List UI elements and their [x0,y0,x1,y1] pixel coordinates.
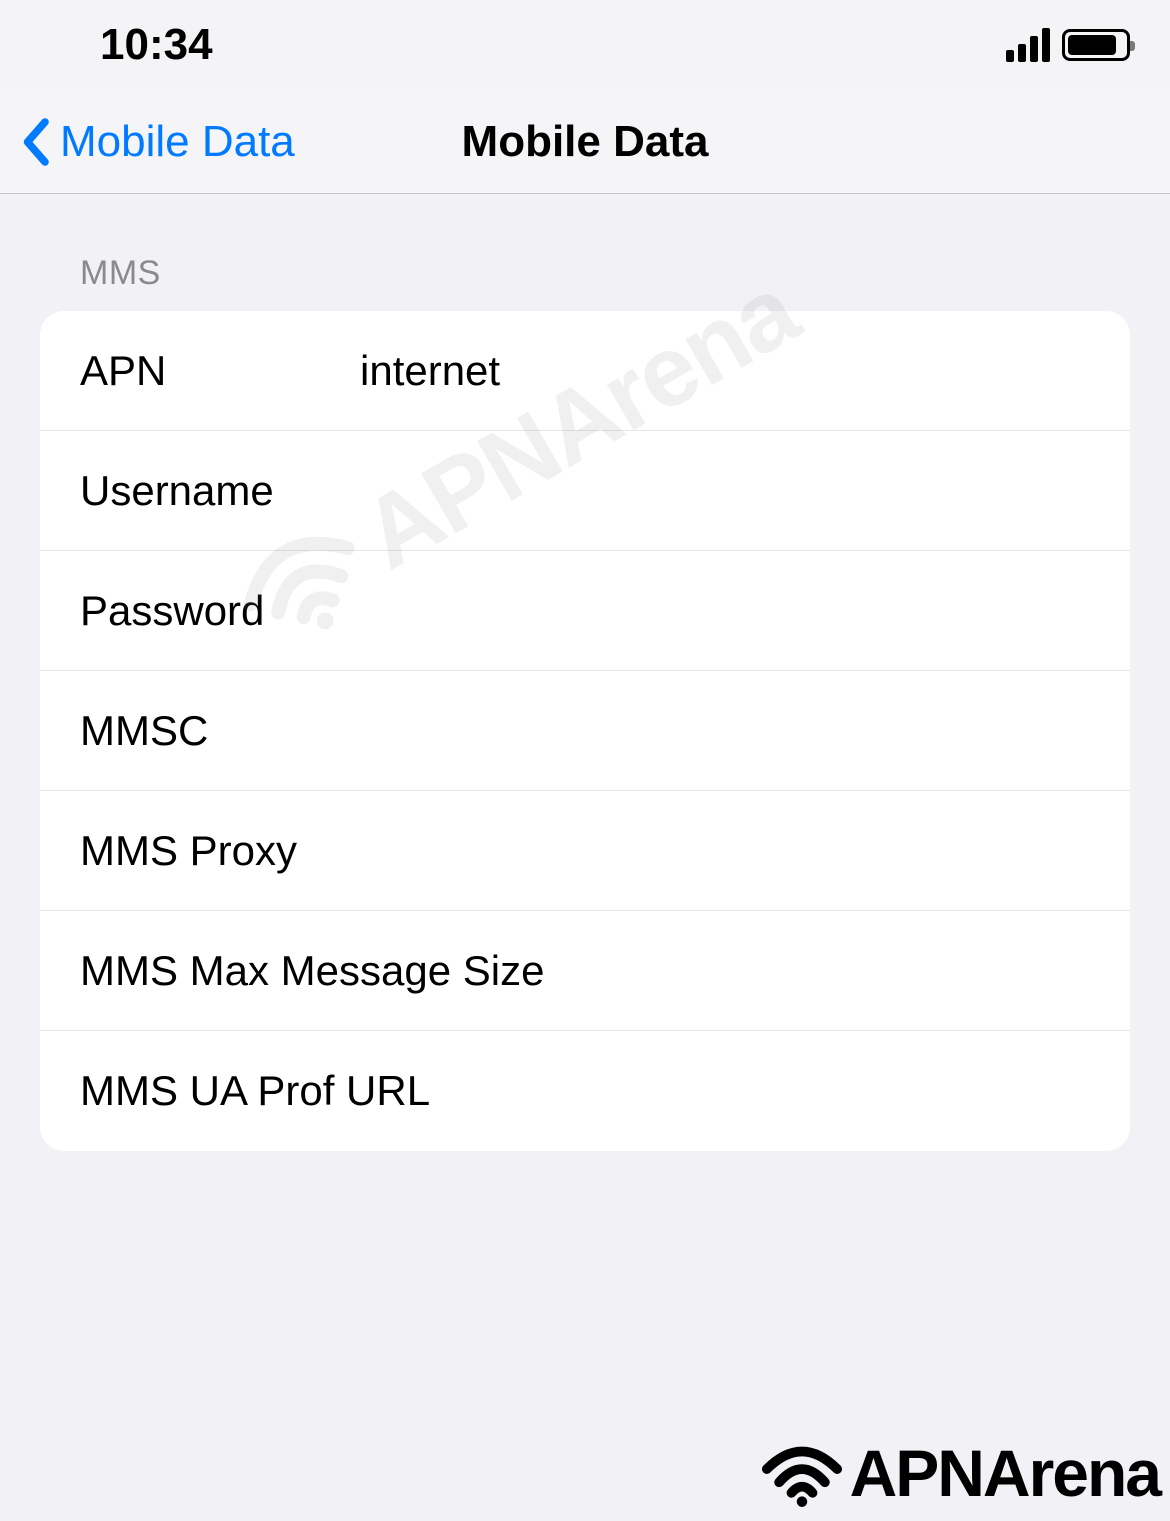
chevron-left-icon [20,117,50,167]
mmsc-row[interactable]: MMSC [40,671,1130,791]
mms-proxy-label: MMS Proxy [80,827,360,875]
mms-ua-prof-row[interactable]: MMS UA Prof URL [40,1031,1130,1151]
back-label: Mobile Data [60,117,295,167]
watermark-bottom: APNArena [758,1435,1160,1511]
username-label: Username [80,467,360,515]
apn-label: APN [80,347,360,395]
battery-icon [1062,29,1130,61]
mms-ua-prof-label: MMS UA Prof URL [80,1067,1090,1115]
content-area: MMS APN Username Password MMSC MMS Proxy [0,194,1170,1151]
wifi-icon [758,1436,846,1511]
mmsc-label: MMSC [80,707,360,755]
settings-group: APN Username Password MMSC MMS Proxy MMS… [40,311,1130,1151]
password-label: Password [80,587,360,635]
status-bar: 10:34 [0,0,1170,90]
mms-max-size-row[interactable]: MMS Max Message Size [40,911,1130,1031]
password-input[interactable] [360,587,1090,635]
signal-icon [1006,28,1050,62]
mms-max-size-label: MMS Max Message Size [80,947,1090,995]
page-title: Mobile Data [462,117,709,167]
watermark-text: APNArena [850,1435,1160,1511]
status-indicators [1006,28,1130,62]
username-input[interactable] [360,467,1090,515]
section-header: MMS [80,254,1130,293]
status-time: 10:34 [100,20,213,70]
mms-proxy-row[interactable]: MMS Proxy [40,791,1130,911]
mms-proxy-input[interactable] [360,827,1090,875]
password-row[interactable]: Password [40,551,1130,671]
username-row[interactable]: Username [40,431,1130,551]
apn-row[interactable]: APN [40,311,1130,431]
mmsc-input[interactable] [360,707,1090,755]
back-button[interactable]: Mobile Data [20,117,295,167]
navigation-bar: Mobile Data Mobile Data [0,90,1170,194]
apn-input[interactable] [360,347,1090,395]
